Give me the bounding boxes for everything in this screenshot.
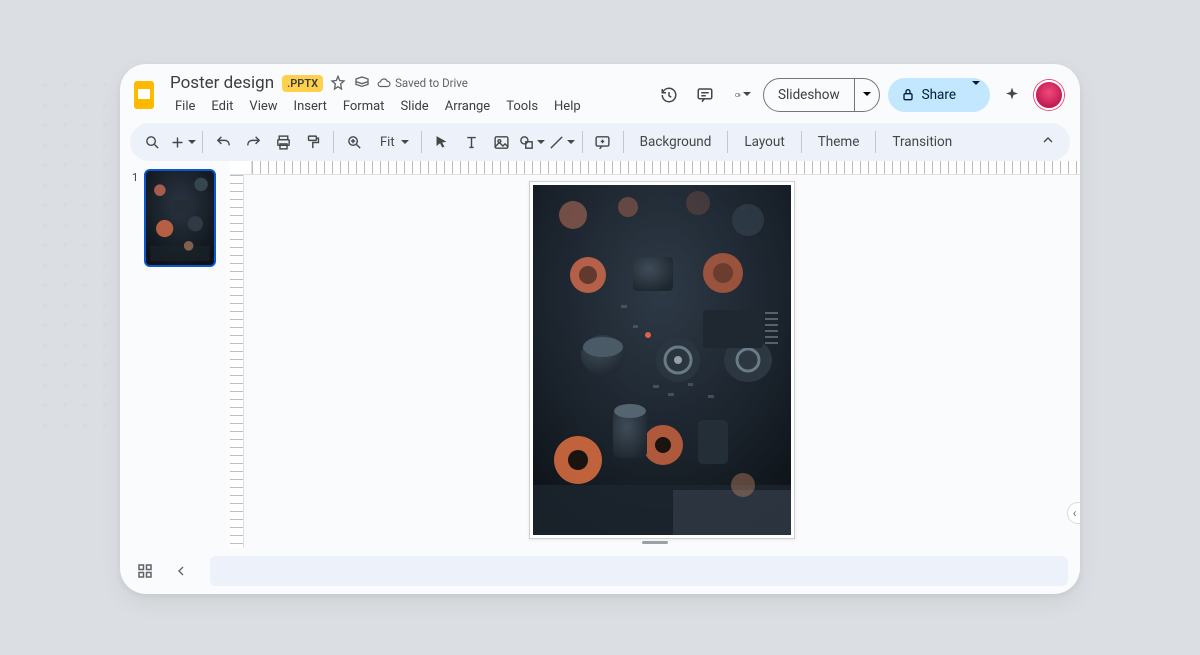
account-avatar[interactable] <box>1034 80 1064 110</box>
menu-view[interactable]: View <box>242 96 284 117</box>
comments-icon[interactable] <box>691 81 719 109</box>
slides-app-window: Poster design .PPTX Saved to Drive File … <box>120 64 1080 594</box>
shape-icon[interactable] <box>518 128 546 156</box>
print-icon[interactable] <box>269 128 297 156</box>
history-icon[interactable] <box>655 81 683 109</box>
slideshow-button[interactable]: Slideshow <box>764 87 854 103</box>
paint-format-icon[interactable] <box>299 128 327 156</box>
title-bar: Poster design .PPTX Saved to Drive File … <box>120 64 1080 117</box>
vertical-ruler[interactable] <box>230 175 244 548</box>
ruler-corner <box>230 161 252 175</box>
speaker-notes-drag-handle[interactable] <box>642 541 668 544</box>
speaker-notes-bar[interactable] <box>210 556 1068 586</box>
image-icon[interactable] <box>488 128 516 156</box>
star-icon[interactable] <box>329 74 347 92</box>
menu-format[interactable]: Format <box>336 96 392 117</box>
theme-button[interactable]: Theme <box>808 134 870 150</box>
menu-insert[interactable]: Insert <box>287 96 334 117</box>
share-dropdown[interactable] <box>968 85 990 104</box>
collapse-filmstrip-icon[interactable] <box>168 558 194 584</box>
menu-bar: File Edit View Insert Format Slide Arran… <box>168 96 588 117</box>
slides-logo[interactable] <box>130 77 158 113</box>
bottom-bar <box>120 548 1080 594</box>
move-icon[interactable] <box>353 74 371 92</box>
select-tool-icon[interactable] <box>428 128 456 156</box>
file-type-badge: .PPTX <box>282 75 323 92</box>
slideshow-button-group: Slideshow <box>763 78 880 112</box>
zoom-level-dropdown[interactable]: Fit <box>370 135 415 150</box>
document-title[interactable]: Poster design <box>168 72 276 94</box>
gemini-icon[interactable] <box>998 81 1026 109</box>
slideshow-dropdown[interactable] <box>854 79 879 111</box>
zoom-label: Fit <box>380 135 395 150</box>
slide-number: 1 <box>132 169 138 184</box>
background-button[interactable]: Background <box>630 134 722 150</box>
share-button-group: Share <box>888 78 990 112</box>
horizontal-ruler[interactable] <box>252 161 1080 175</box>
search-menus-icon[interactable] <box>138 128 166 156</box>
slide-thumbnail-1[interactable] <box>144 169 216 267</box>
cloud-status[interactable]: Saved to Drive <box>377 76 468 90</box>
collapse-toolbar-icon[interactable] <box>1034 132 1062 152</box>
textbox-icon[interactable] <box>458 128 486 156</box>
menu-file[interactable]: File <box>168 96 202 117</box>
slide-image[interactable] <box>533 185 791 535</box>
slide-canvas[interactable] <box>529 181 795 539</box>
redo-icon[interactable] <box>239 128 267 156</box>
menu-help[interactable]: Help <box>547 96 588 117</box>
grid-view-icon[interactable] <box>132 558 158 584</box>
share-label: Share <box>922 87 956 103</box>
undo-icon[interactable] <box>209 128 237 156</box>
canvas-area <box>230 161 1080 548</box>
zoom-tool-icon[interactable] <box>340 128 368 156</box>
menu-tools[interactable]: Tools <box>499 96 545 117</box>
share-button[interactable]: Share <box>888 87 968 103</box>
workspace: 1 <box>120 161 1080 548</box>
transition-button[interactable]: Transition <box>882 134 962 150</box>
new-slide-button[interactable] <box>168 128 196 156</box>
meet-button[interactable] <box>727 81 755 109</box>
save-status-text: Saved to Drive <box>395 76 468 90</box>
line-icon[interactable] <box>548 128 576 156</box>
menu-slide[interactable]: Slide <box>393 96 435 117</box>
add-comment-icon[interactable] <box>589 128 617 156</box>
menu-arrange[interactable]: Arrange <box>438 96 497 117</box>
layout-button[interactable]: Layout <box>734 134 794 150</box>
filmstrip: 1 <box>120 161 230 548</box>
menu-edit[interactable]: Edit <box>204 96 240 117</box>
toolbar: Fit Background Layout Theme Transition <box>130 123 1070 161</box>
